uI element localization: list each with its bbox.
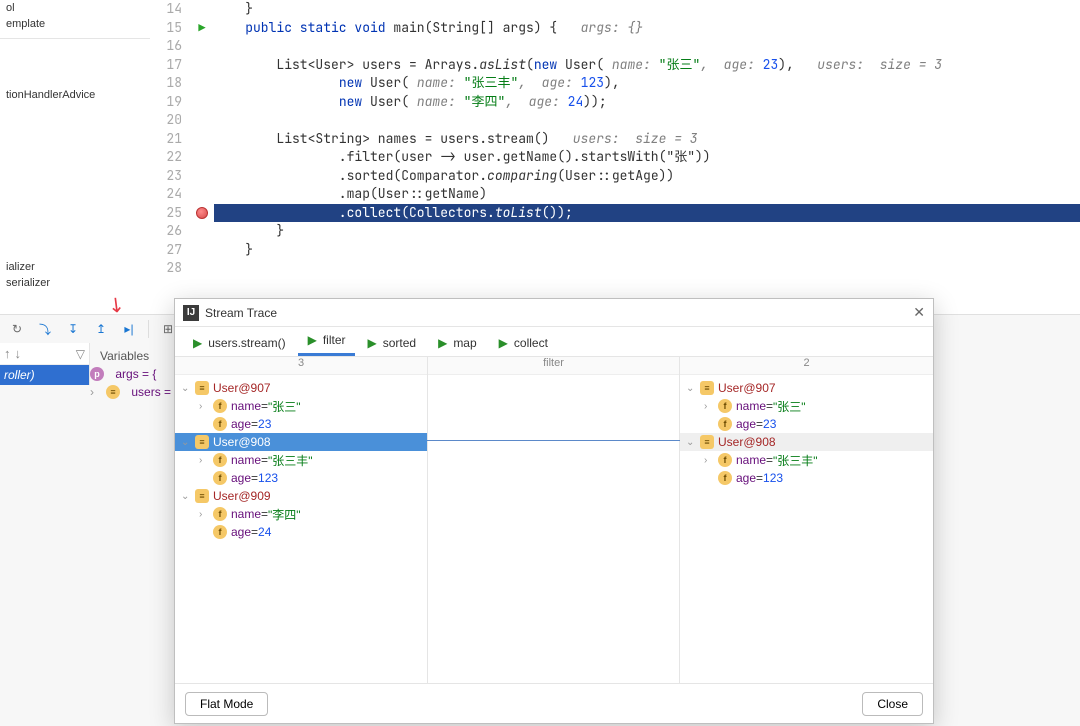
step-over-button[interactable]: ⤵	[34, 318, 56, 340]
tree-item[interactable]: tionHandlerAdvice	[0, 87, 150, 103]
stream-tabs: ▶users.stream() ▶filter ▶sorted ▶map ▶co…	[175, 327, 933, 357]
tree-node[interactable]: fage = 23	[680, 415, 933, 433]
filter-frames-button[interactable]: ▽	[76, 347, 85, 361]
frames-panel: ↑ ↓ ▽ roller)	[0, 343, 90, 385]
stream-trace-dialog: IJ Stream Trace ✕ ▶users.stream() ▶filte…	[174, 298, 934, 724]
after-column: 2 ⌄≡User@907 ›fname = "张三" fage = 23 ⌄≡U…	[680, 357, 933, 683]
operation-label: filter	[428, 357, 679, 375]
tree-node[interactable]: ⌄≡User@907	[680, 379, 933, 397]
tree-node[interactable]: ⌄≡User@907	[175, 379, 427, 397]
run-tab-icon: ▶	[308, 333, 317, 347]
after-tree[interactable]: ⌄≡User@907 ›fname = "张三" fage = 23 ⌄≡Use…	[680, 375, 933, 683]
variable-row[interactable]: ›≡ users =	[90, 383, 171, 401]
gutter-icons: ▶	[190, 0, 214, 265]
run-to-cursor-button[interactable]: ▸|	[118, 318, 140, 340]
run-tab-icon: ▶	[438, 336, 447, 350]
next-frame-button[interactable]: ↓	[15, 346, 22, 361]
object-icon: ≡	[700, 435, 714, 449]
code-editor[interactable]: 14 15 16 17 18 19 20 21 22 23 24 25 26 2…	[150, 0, 1080, 265]
field-icon: f	[213, 399, 227, 413]
object-icon: ≡	[700, 381, 714, 395]
dialog-title: Stream Trace	[205, 306, 913, 320]
flat-mode-button[interactable]: Flat Mode	[185, 692, 268, 716]
debug-tool-window: ↘ ↻ ⤵ ↧ ↥ ▸| ⊞ ≋ ↑ ↓ ▽ roller) Variables…	[0, 314, 1080, 726]
tree-node[interactable]: fage = 123	[680, 469, 933, 487]
dialog-body: 3 ⌄≡User@907 ›fname = "张三" fage = 23 ⌄≡U…	[175, 357, 933, 683]
line-number-gutter: 14 15 16 17 18 19 20 21 22 23 24 25 26 2…	[150, 0, 190, 265]
before-tree[interactable]: ⌄≡User@907 ›fname = "张三" fage = 23 ⌄≡Use…	[175, 375, 427, 683]
tree-node[interactable]: ›fname = "张三丰"	[680, 451, 933, 469]
run-tab-icon: ▶	[367, 336, 376, 350]
mapping-line	[427, 440, 681, 441]
field-icon: f	[213, 507, 227, 521]
intellij-icon: IJ	[183, 305, 199, 321]
run-tab-icon: ▶	[499, 336, 508, 350]
tab-collect[interactable]: ▶collect	[489, 332, 558, 356]
field-icon: f	[718, 399, 732, 413]
field-icon: f	[213, 453, 227, 467]
tab-stream[interactable]: ▶users.stream()	[183, 332, 296, 356]
left-count: 3	[175, 357, 427, 375]
mapping-column: filter	[428, 357, 680, 683]
field-icon: f	[213, 525, 227, 539]
close-button[interactable]: Close	[862, 692, 923, 716]
tree-node-selected[interactable]: ⌄≡User@908	[175, 433, 427, 451]
tab-filter[interactable]: ▶filter	[298, 329, 356, 356]
tree-item[interactable]: ializer	[0, 259, 150, 275]
tab-map[interactable]: ▶map	[428, 332, 487, 356]
field-icon: f	[718, 417, 732, 431]
variable-row[interactable]: p args = {	[90, 365, 171, 383]
tree-node[interactable]: ›fname = "张三丰"	[175, 451, 427, 469]
variables-tree[interactable]: p args = { ›≡ users =	[90, 365, 171, 401]
field-icon: f	[718, 453, 732, 467]
step-into-button[interactable]: ↧	[62, 318, 84, 340]
field-icon: f	[213, 471, 227, 485]
tree-item[interactable]: emplate	[0, 16, 150, 32]
step-out-button[interactable]: ↥	[90, 318, 112, 340]
breakpoint-icon[interactable]	[196, 207, 208, 219]
run-gutter-icon[interactable]: ▶	[198, 19, 205, 38]
parameter-icon: p	[90, 367, 104, 381]
tree-node-highlighted[interactable]: ⌄≡User@908	[680, 433, 933, 451]
code-area[interactable]: } public static void main(String[] args)…	[214, 0, 1080, 265]
tree-item[interactable]: ol	[0, 0, 150, 16]
tree-node[interactable]: ›fname = "李四"	[175, 505, 427, 523]
prev-frame-button[interactable]: ↑	[4, 346, 11, 361]
before-column: 3 ⌄≡User@907 ›fname = "张三" fage = 23 ⌄≡U…	[175, 357, 428, 683]
tree-node[interactable]: ›fname = "张三"	[175, 397, 427, 415]
rerun-button[interactable]: ↻	[6, 318, 28, 340]
tab-sorted[interactable]: ▶sorted	[357, 332, 426, 356]
tree-node[interactable]: fage = 123	[175, 469, 427, 487]
close-icon[interactable]: ✕	[913, 304, 925, 321]
object-icon: ≡	[195, 489, 209, 503]
dialog-footer: Flat Mode Close	[175, 683, 933, 723]
run-tab-icon: ▶	[193, 336, 202, 350]
field-icon: f	[718, 471, 732, 485]
tree-node[interactable]: ›fname = "张三"	[680, 397, 933, 415]
field-icon: f	[213, 417, 227, 431]
object-icon: ≡	[106, 385, 120, 399]
stack-frame[interactable]: roller)	[0, 365, 89, 385]
project-tree-clipped: ol emplate tionHandlerAdvice ializer ser…	[0, 0, 150, 300]
tree-node[interactable]: ⌄≡User@909	[175, 487, 427, 505]
object-icon: ≡	[195, 435, 209, 449]
tree-node[interactable]: fage = 24	[175, 523, 427, 541]
object-icon: ≡	[195, 381, 209, 395]
tree-node[interactable]: fage = 23	[175, 415, 427, 433]
tree-item[interactable]: serializer	[0, 275, 150, 291]
dialog-titlebar: IJ Stream Trace ✕	[175, 299, 933, 327]
right-count: 2	[680, 357, 933, 375]
